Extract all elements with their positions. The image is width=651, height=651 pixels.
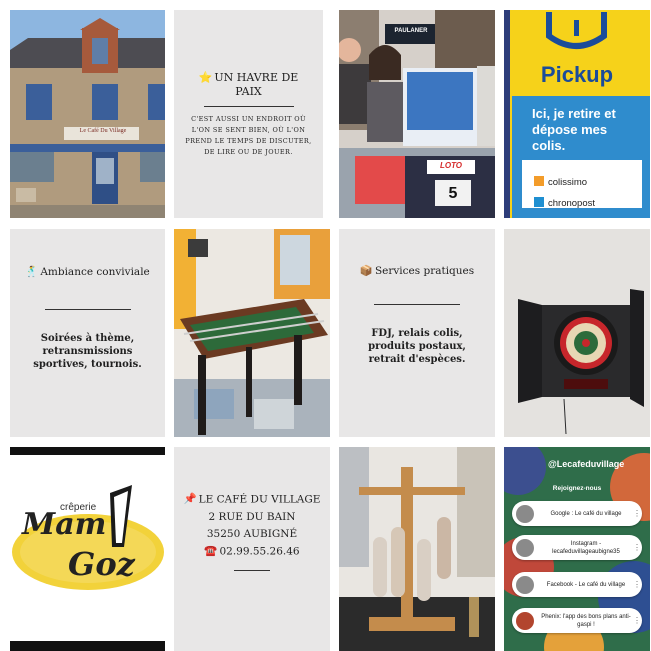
photo-counter-staff: PAULANER LOTO 5 [339, 10, 495, 218]
contact-city: 35250 AUBIGNÉ [206, 527, 298, 540]
divider [234, 570, 270, 571]
avatar [516, 504, 534, 523]
ambiance-title: 🕺 Ambiance conviviale [25, 266, 150, 278]
more-options-icon[interactable]: ⋮ [632, 616, 642, 625]
package-icon: 📦 [359, 265, 373, 277]
cube-icon [534, 196, 544, 207]
havre-title: ⭐ UN HAVRE DE PAIX [198, 70, 299, 98]
avatar [516, 538, 534, 557]
link-phenix[interactable]: Phenix: l'app des bons plans anti-gaspi … [512, 608, 642, 633]
contact-street: 2 RUE DU BAIN [208, 510, 296, 523]
contact-phone[interactable]: ☎️ 02.99.55.26.46 [204, 543, 299, 561]
tile-services: 📦 Services pratiques FDJ, relais colis, p… [339, 229, 495, 437]
more-options-icon[interactable]: ⋮ [632, 509, 642, 518]
creperie-brand-mam: Mam [22, 507, 107, 542]
dancer-icon: 🕺 [25, 266, 39, 278]
photo-creperie-logo: crêperie Mam Goz [10, 447, 165, 651]
pickup-brand: Pickup [540, 62, 614, 87]
photo-cafe-facade: Le Café Du Village [10, 10, 165, 218]
more-options-icon[interactable]: ⋮ [632, 543, 642, 552]
star-icon: ⭐ [198, 70, 213, 84]
loto-label: LOTO [439, 161, 463, 170]
photo-pickup-sign: Pickup Ici, je retire et dépose mes coli… [504, 10, 650, 218]
photo-babyfoot [174, 229, 330, 437]
colissimo-logo: colissimo [534, 170, 587, 189]
divider [203, 105, 294, 107]
phone-icon: ☎️ [204, 544, 218, 557]
chronopost-logo: chronopost [534, 191, 595, 210]
havre-body: C'EST AUSSI UN ENDROIT OÙ L'ON SE SENT B… [185, 114, 312, 156]
avatar [516, 611, 534, 630]
divider [44, 309, 131, 310]
photo-saucisson-stand [339, 447, 495, 651]
services-title: 📦 Services pratiques [359, 265, 475, 277]
saucisson-illustration [339, 447, 495, 651]
paulaner-sign: PAULANER [394, 28, 428, 34]
more-options-icon[interactable]: ⋮ [632, 580, 642, 589]
instagram-links-panel: @Lecafeduvillage Rejoignez-nous Google :… [504, 447, 650, 651]
pickup-tagline: Ici, je retire et dépose mes colis. [532, 106, 616, 153]
counter-number: 5 [448, 185, 458, 202]
link-instagram[interactable]: Instagram - lecafeduvillageaubigne35 ⋮ [512, 535, 642, 560]
ambiance-body: Soirées à thème, retransmissions sportiv… [33, 333, 142, 370]
avatar [516, 575, 534, 594]
creperie-brand-goz: Goz [68, 545, 135, 583]
link-google[interactable]: Google : Le café du village ⋮ [512, 501, 642, 526]
tile-havre-de-paix: ⭐ UN HAVRE DE PAIX C'EST AUSSI UN ENDROIT… [174, 10, 323, 218]
cafe-sign-text: Le Café Du Village [79, 128, 127, 134]
facade-illustration [10, 10, 165, 218]
join-label: Rejoignez-nous [552, 485, 602, 492]
link-facebook[interactable]: Facebook - Le café du village ⋮ [512, 572, 642, 597]
divider [374, 304, 460, 305]
pin-icon: 📌 [183, 493, 197, 505]
contact-name: 📌 LE CAFÉ DU VILLAGE [184, 491, 321, 509]
dartboard-illustration [504, 229, 650, 437]
instagram-handle[interactable]: @Lecafeduvillage [548, 459, 624, 469]
counter-illustration [339, 10, 495, 218]
babyfoot-illustration [174, 229, 330, 437]
services-body: FDJ, relais colis, produits postaux, ret… [368, 328, 466, 365]
box-icon [534, 175, 544, 186]
tile-contact: 📌 LE CAFÉ DU VILLAGE 2 RUE DU BAIN 35250 … [174, 447, 330, 651]
photo-dartboard [504, 229, 650, 437]
tile-ambiance: 🕺 Ambiance conviviale Soirées à thème, re… [10, 229, 165, 437]
